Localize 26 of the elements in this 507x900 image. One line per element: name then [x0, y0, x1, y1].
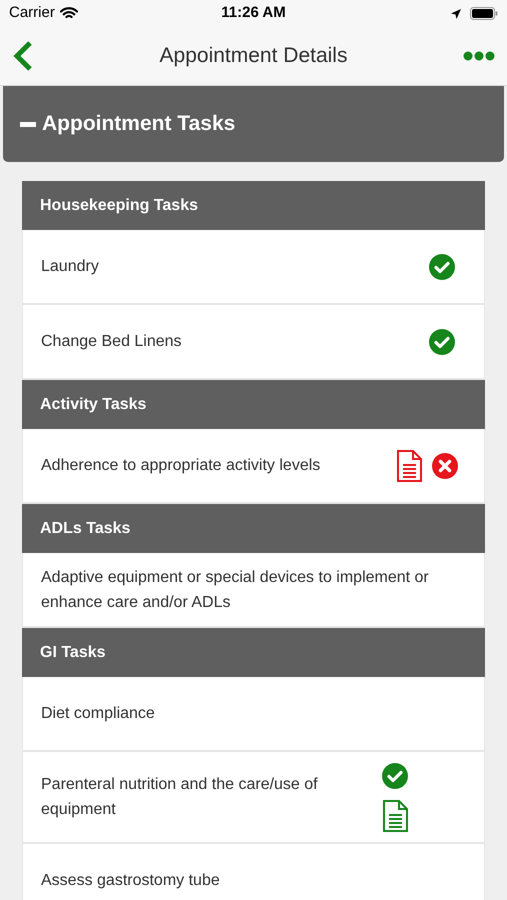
- document-icon[interactable]: [382, 800, 408, 832]
- task-row[interactable]: Parenteral nutrition and the care/use of equipment: [22, 752, 485, 844]
- collapse-header[interactable]: Appointment Tasks: [3, 86, 504, 162]
- task-row[interactable]: Laundry: [22, 230, 485, 305]
- status-time: 11:26 AM: [221, 4, 286, 22]
- wifi-icon: [60, 7, 78, 20]
- task-row[interactable]: Diet compliance: [22, 677, 485, 752]
- task-label: Laundry: [41, 257, 100, 277]
- section-title: ADLs Tasks: [40, 518, 130, 538]
- task-label: Parenteral nutrition and the care/use of equipment: [41, 775, 319, 820]
- back-button[interactable]: [12, 40, 34, 72]
- task-row[interactable]: Assess gastrostomy tube: [22, 844, 485, 900]
- carrier-name: Carrier: [9, 3, 55, 24]
- screen-title: Appointment Details: [160, 44, 348, 68]
- document-icon[interactable]: [396, 450, 423, 482]
- section-title: Activity Tasks: [40, 394, 146, 414]
- battery-icon: [470, 7, 498, 20]
- task-label: Adherence to appropriate activity levels: [41, 456, 322, 476]
- more-button[interactable]: [463, 51, 495, 61]
- task-label: Assess gastrostomy tube: [41, 871, 221, 891]
- section-title: GI Tasks: [40, 642, 106, 662]
- task-label: Adaptive equipment or special devices to implement or enhance care and/or ADLs: [41, 568, 430, 612]
- task-label: Diet compliance: [41, 704, 156, 724]
- section-title: Housekeeping Tasks: [40, 196, 198, 216]
- location-arrow-icon: [450, 8, 462, 20]
- task-label: Change Bed Linens: [41, 332, 183, 352]
